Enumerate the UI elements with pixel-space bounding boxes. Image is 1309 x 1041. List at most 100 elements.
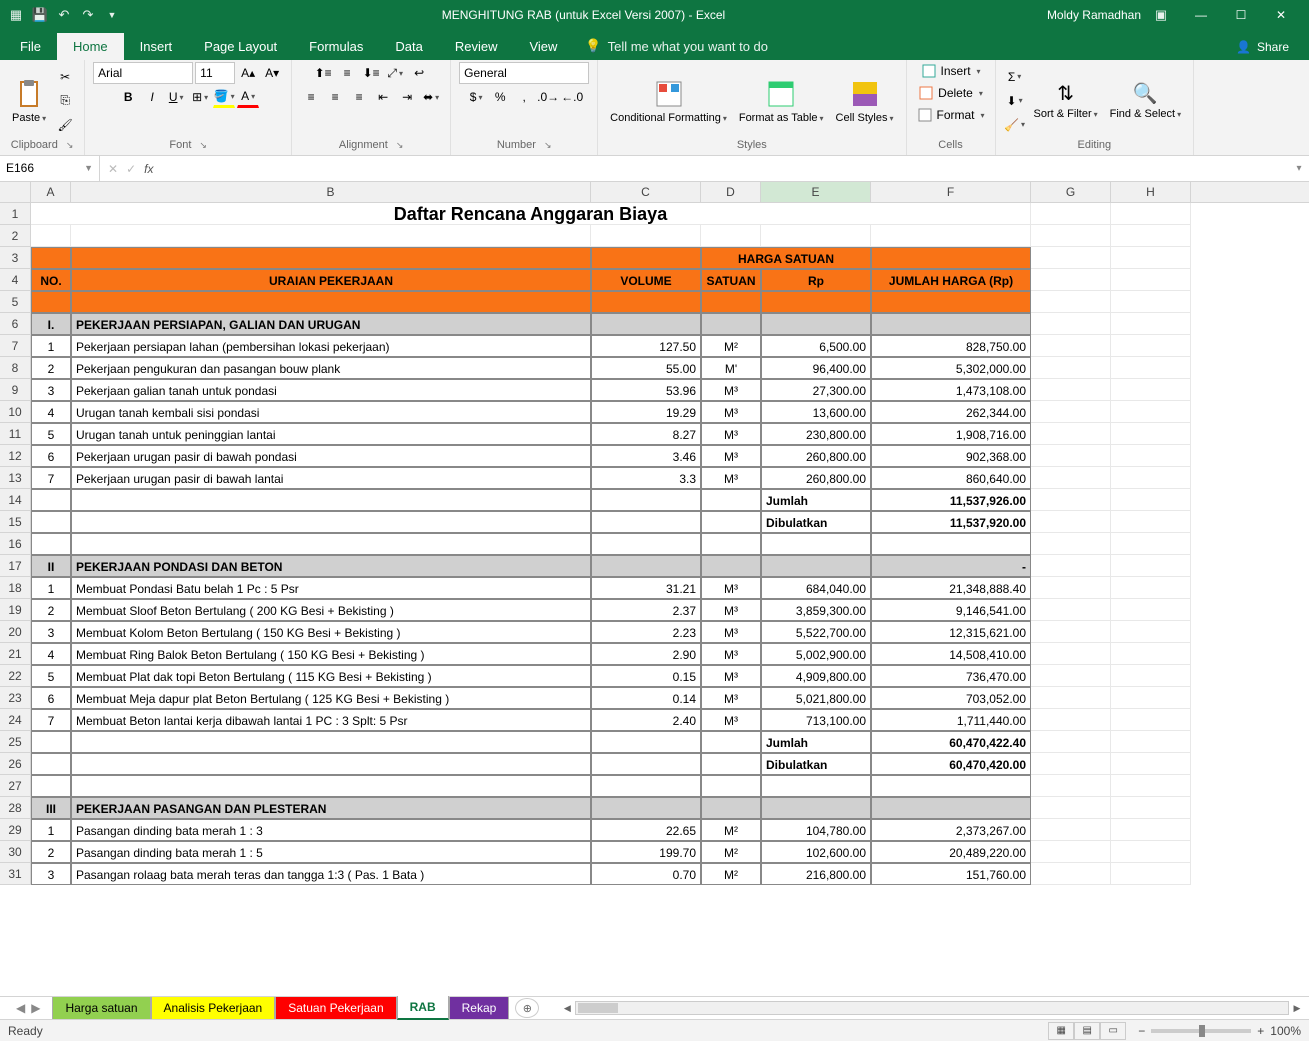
cell[interactable]: [1031, 555, 1111, 577]
cell[interactable]: 713,100.00: [761, 709, 871, 731]
font-size-combo[interactable]: [195, 62, 235, 84]
cell[interactable]: [871, 797, 1031, 819]
cell[interactable]: [591, 291, 701, 313]
expand-formula-bar-button[interactable]: ▾: [1289, 163, 1309, 174]
cell[interactable]: 1: [31, 819, 71, 841]
row-header[interactable]: 22: [0, 665, 31, 687]
cell[interactable]: [1111, 313, 1191, 335]
cell[interactable]: M³: [701, 423, 761, 445]
cell[interactable]: M²: [701, 863, 761, 885]
maximize-button[interactable]: ☐: [1221, 0, 1261, 30]
cell[interactable]: 21,348,888.40: [871, 577, 1031, 599]
cell[interactable]: 27,300.00: [761, 379, 871, 401]
fill-color-button[interactable]: 🪣▾: [213, 86, 235, 108]
cell[interactable]: M³: [701, 445, 761, 467]
cell[interactable]: [71, 489, 591, 511]
percent-button[interactable]: %: [489, 86, 511, 108]
cell[interactable]: [1111, 577, 1191, 599]
cell[interactable]: [1031, 687, 1111, 709]
cell[interactable]: III: [31, 797, 71, 819]
cell[interactable]: [1031, 533, 1111, 555]
cell[interactable]: URAIAN PEKERJAAN: [71, 269, 591, 291]
cell[interactable]: 5: [31, 665, 71, 687]
insert-function-button[interactable]: fx: [144, 162, 153, 176]
cell[interactable]: 1,473,108.00: [871, 379, 1031, 401]
cell-styles-button[interactable]: Cell Styles▾: [832, 76, 898, 126]
cell[interactable]: Pasangan dinding bata merah 1 : 5: [71, 841, 591, 863]
cell[interactable]: 104,780.00: [761, 819, 871, 841]
cell[interactable]: [1031, 423, 1111, 445]
cell[interactable]: 3: [31, 621, 71, 643]
cell[interactable]: [1031, 445, 1111, 467]
cell[interactable]: 216,800.00: [761, 863, 871, 885]
zoom-in-button[interactable]: +: [1257, 1024, 1264, 1038]
cell[interactable]: Pasangan dinding bata merah 1 : 3: [71, 819, 591, 841]
col-header-d[interactable]: D: [701, 182, 761, 202]
cell[interactable]: [701, 797, 761, 819]
row-header[interactable]: 17: [0, 555, 31, 577]
format-painter-button[interactable]: 🖌: [54, 114, 76, 136]
cell[interactable]: 199.70: [591, 841, 701, 863]
cell[interactable]: [1111, 687, 1191, 709]
cell[interactable]: [1031, 357, 1111, 379]
cell[interactable]: Jumlah: [761, 489, 871, 511]
cell[interactable]: -: [871, 555, 1031, 577]
wrap-text-button[interactable]: ↩: [408, 62, 430, 84]
cell[interactable]: [591, 247, 701, 269]
cell[interactable]: [871, 313, 1031, 335]
border-button[interactable]: ⊞▾: [189, 86, 211, 108]
cell[interactable]: 3,859,300.00: [761, 599, 871, 621]
cell[interactable]: [1111, 797, 1191, 819]
cell[interactable]: 4: [31, 643, 71, 665]
cell[interactable]: [1111, 753, 1191, 775]
cell[interactable]: Pekerjaan urugan pasir di bawah pondasi: [71, 445, 591, 467]
col-header-f[interactable]: F: [871, 182, 1031, 202]
col-header-g[interactable]: G: [1031, 182, 1111, 202]
row-header[interactable]: 12: [0, 445, 31, 467]
cell[interactable]: PEKERJAAN PASANGAN DAN PLESTERAN: [71, 797, 591, 819]
cell[interactable]: M²: [701, 841, 761, 863]
cell[interactable]: 684,040.00: [761, 577, 871, 599]
sheet-tab-rab[interactable]: RAB: [397, 996, 449, 1020]
cell[interactable]: M²: [701, 819, 761, 841]
cell[interactable]: [1111, 489, 1191, 511]
cell[interactable]: [1111, 335, 1191, 357]
cell[interactable]: Dibulatkan: [761, 753, 871, 775]
tab-data[interactable]: Data: [379, 33, 438, 60]
align-left-button[interactable]: ≡: [300, 86, 322, 108]
cell[interactable]: HARGA SATUAN: [701, 247, 871, 269]
cell[interactable]: [1031, 577, 1111, 599]
cell[interactable]: [1031, 269, 1111, 291]
undo-icon[interactable]: ↶: [56, 7, 72, 23]
cell[interactable]: 6: [31, 687, 71, 709]
cell[interactable]: Membuat Ring Balok Beton Bertulang ( 150…: [71, 643, 591, 665]
cell[interactable]: I.: [31, 313, 71, 335]
find-select-button[interactable]: 🔍 Find & Select▾: [1106, 79, 1185, 122]
cell[interactable]: [31, 225, 71, 247]
zoom-slider[interactable]: [1151, 1029, 1251, 1033]
cell[interactable]: 12,315,621.00: [871, 621, 1031, 643]
cell[interactable]: 3: [31, 863, 71, 885]
row-header[interactable]: 7: [0, 335, 31, 357]
font-color-button[interactable]: A▾: [237, 86, 259, 108]
cell[interactable]: 260,800.00: [761, 445, 871, 467]
scroll-left-button[interactable]: ◀: [559, 1003, 575, 1014]
row-header[interactable]: 3: [0, 247, 31, 269]
cell[interactable]: [31, 247, 71, 269]
cell[interactable]: 0.15: [591, 665, 701, 687]
cell[interactable]: [1031, 401, 1111, 423]
cell[interactable]: [701, 555, 761, 577]
cell[interactable]: [31, 533, 71, 555]
row-header[interactable]: 29: [0, 819, 31, 841]
cell[interactable]: Membuat Meja dapur plat Beton Bertulang …: [71, 687, 591, 709]
row-header[interactable]: 13: [0, 467, 31, 489]
cell[interactable]: 0.14: [591, 687, 701, 709]
page-break-view-button[interactable]: ▭: [1100, 1022, 1126, 1040]
cell[interactable]: M³: [701, 401, 761, 423]
cell[interactable]: [591, 797, 701, 819]
row-header[interactable]: 6: [0, 313, 31, 335]
cell[interactable]: [871, 247, 1031, 269]
cell[interactable]: 14,508,410.00: [871, 643, 1031, 665]
cell[interactable]: 7: [31, 467, 71, 489]
col-header-e[interactable]: E: [761, 182, 871, 202]
